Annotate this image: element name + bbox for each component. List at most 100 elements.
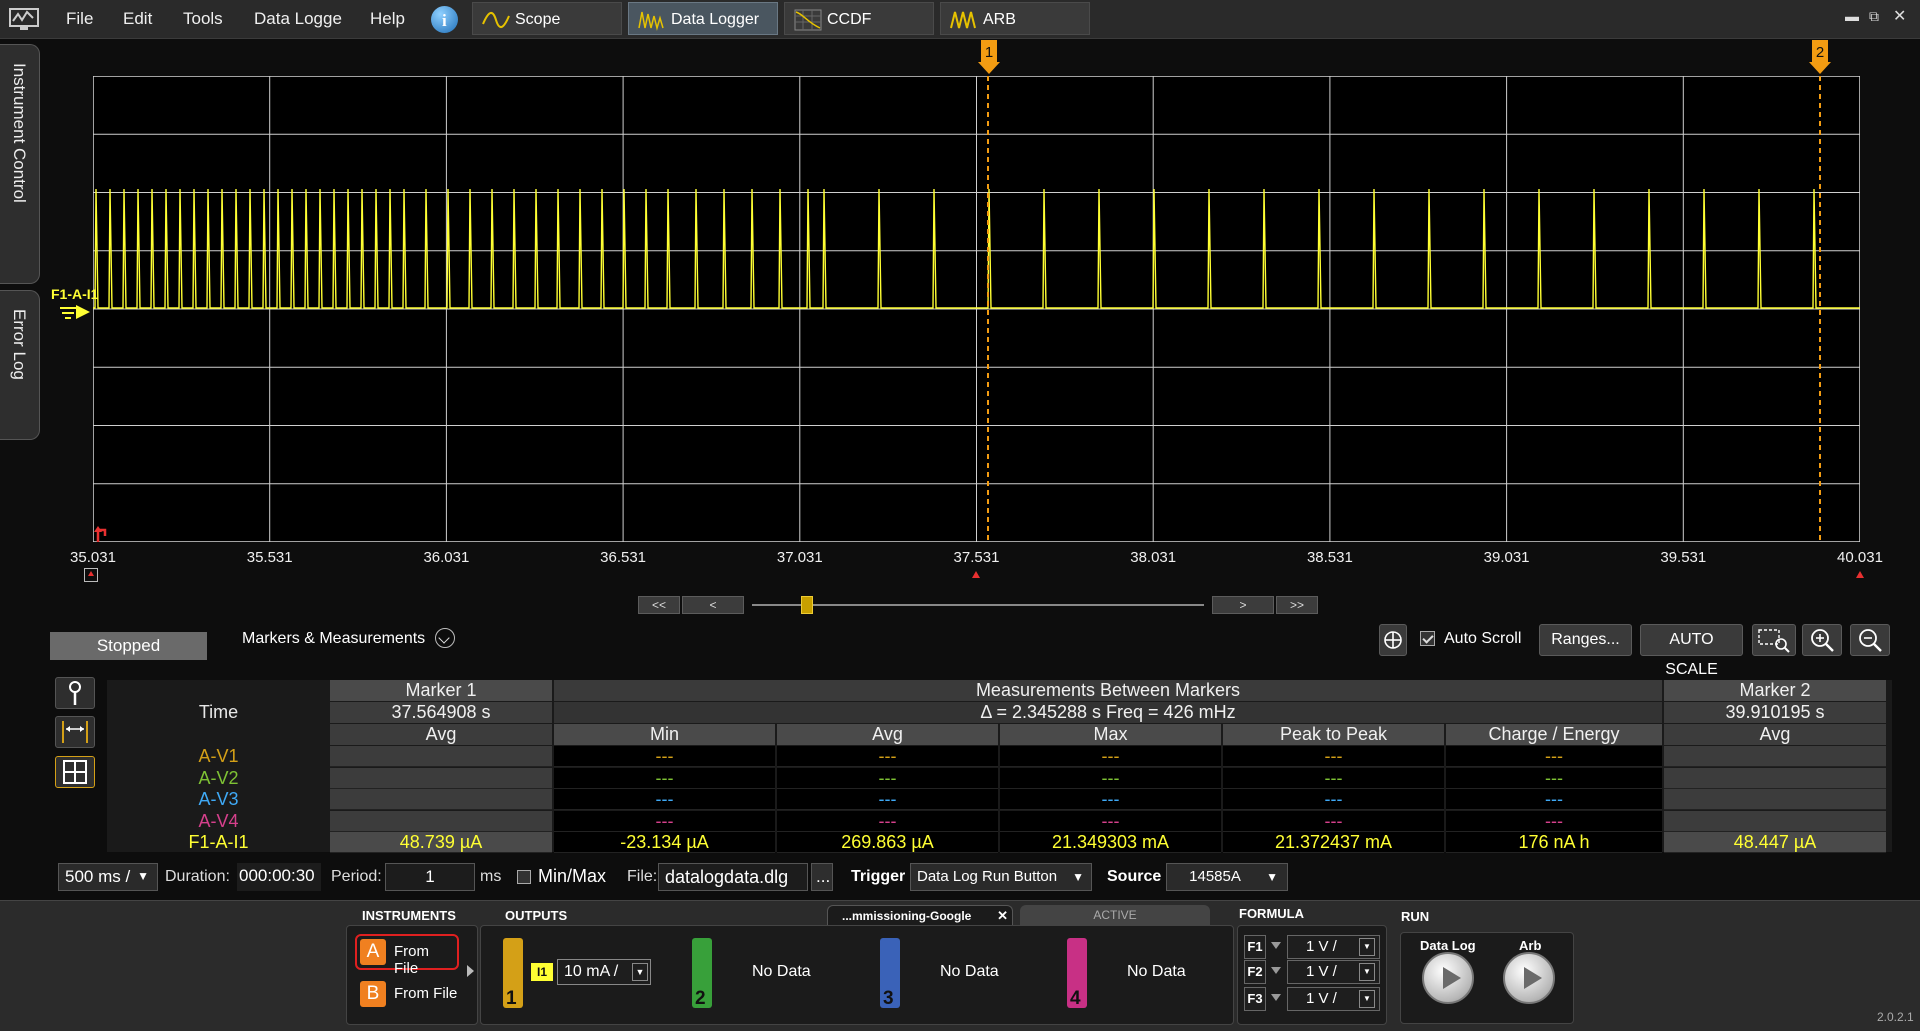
- app-logo-icon: [9, 8, 39, 30]
- tab-ccdf[interactable]: CCDF: [784, 2, 934, 35]
- info-icon[interactable]: i: [431, 6, 458, 33]
- tab-scope[interactable]: Scope: [472, 2, 622, 35]
- expand-arrow-icon[interactable]: [467, 965, 474, 977]
- source-select[interactable]: 14585A ▼: [1166, 863, 1288, 891]
- auto-scroll-checkbox[interactable]: [1420, 631, 1435, 646]
- measurement-cell-p2p: 21.372437 mA: [1223, 832, 1444, 853]
- measurement-cell-avg: ---: [777, 746, 998, 767]
- measurement-cell-avg: ---: [777, 789, 998, 810]
- scroll-last-button[interactable]: >>: [1276, 596, 1318, 614]
- session-tab[interactable]: ...mmissioning-Google ✕: [827, 905, 1013, 925]
- markers-measurements-label[interactable]: Markers & Measurements: [242, 630, 425, 648]
- probe-settings-button[interactable]: [55, 677, 95, 709]
- between-markers-header: Measurements Between Markers: [554, 680, 1662, 701]
- ground-reference-icon[interactable]: [56, 302, 92, 324]
- run-datalog-button[interactable]: [1422, 952, 1474, 1004]
- file-input[interactable]: datalogdata.dlg: [658, 863, 808, 891]
- formula-f3-arrow-icon[interactable]: [1271, 994, 1281, 1001]
- measurement-cell-min: ---: [554, 767, 775, 789]
- trigger-select[interactable]: Data Log Run Button ▼: [910, 863, 1092, 891]
- measurement-cell-m2: [1664, 746, 1886, 767]
- tab-data-logger[interactable]: Data Logger: [628, 2, 778, 35]
- active-tab[interactable]: ACTIVE: [1020, 905, 1210, 925]
- output-channel-1[interactable]: 1: [503, 938, 523, 1009]
- menu-data-logger[interactable]: Data Logge: [254, 9, 342, 29]
- formula-f3-select[interactable]: 1 V / ▼: [1287, 987, 1380, 1011]
- channel-1-range-select[interactable]: 10 mA / ▼: [557, 959, 651, 985]
- scroll-prev-button[interactable]: <: [682, 596, 744, 614]
- scroll-thumb[interactable]: [801, 596, 813, 614]
- measurement-cell-m2: [1664, 767, 1886, 789]
- menu-file[interactable]: File: [66, 9, 93, 29]
- menu-edit[interactable]: Edit: [123, 9, 152, 29]
- minmax-checkbox[interactable]: [517, 870, 531, 884]
- side-tab-instrument-control[interactable]: Instrument Control: [0, 44, 40, 284]
- add-marker-button[interactable]: [1379, 624, 1407, 656]
- trigger-label: Trigger: [851, 868, 906, 885]
- x-tick-label: 37.531: [953, 549, 1000, 566]
- x-tick-label: 40.031: [1837, 549, 1883, 566]
- menu-help[interactable]: Help: [370, 9, 405, 29]
- duration-input[interactable]: 000:00:30: [237, 863, 321, 891]
- tab-arb[interactable]: ARB: [940, 2, 1090, 35]
- measurement-cell-max: 21.349303 mA: [1000, 832, 1221, 853]
- formula-f2-select[interactable]: 1 V / ▼: [1287, 960, 1380, 984]
- scroll-first-button[interactable]: <<: [638, 596, 680, 614]
- ranges-button[interactable]: Ranges...: [1539, 624, 1632, 656]
- marker-1-flag[interactable]: 1: [978, 40, 1000, 74]
- measurement-cell-max: ---: [1000, 746, 1221, 767]
- x-tick-label: 35.031: [70, 549, 116, 566]
- file-browse-button[interactable]: ...: [811, 863, 833, 891]
- col-peak-to-peak: Peak to Peak: [1223, 724, 1444, 745]
- col-avg: Avg: [777, 724, 998, 745]
- trigger-marker-icon[interactable]: [93, 524, 111, 544]
- output-channel-3[interactable]: 3: [880, 938, 900, 1009]
- auto-scale-button[interactable]: AUTO SCALE: [1640, 624, 1743, 678]
- measurement-cell-p2p: ---: [1223, 746, 1444, 767]
- row-label: F1-A-I1: [188, 832, 249, 852]
- zoom-out-icon: [1859, 629, 1882, 652]
- play-icon: [1524, 967, 1542, 989]
- instruments-label: INSTRUMENTS: [362, 908, 456, 923]
- x-tick-label: 39.531: [1660, 549, 1707, 566]
- timebase-select[interactable]: 500 ms / ▼: [58, 863, 158, 891]
- chevron-down-icon[interactable]: [435, 628, 455, 648]
- formula-f1-select[interactable]: 1 V / ▼: [1287, 935, 1380, 959]
- instrument-b-row[interactable]: B From File: [355, 976, 459, 1012]
- marker-2-axis-pointer: [1856, 571, 1864, 578]
- output-channel-4[interactable]: 4: [1067, 938, 1087, 1009]
- side-tab-instrument-control-label: Instrument Control: [10, 63, 29, 203]
- marker-measure-button[interactable]: [55, 716, 95, 748]
- zoom-in-button[interactable]: [1802, 624, 1842, 656]
- close-button[interactable]: ✕: [1893, 6, 1906, 26]
- waveform-plot[interactable]: [93, 76, 1860, 542]
- formula-label: FORMULA: [1239, 906, 1304, 921]
- marker-2-header: Marker 2: [1664, 680, 1886, 701]
- grid-layout-button[interactable]: [55, 756, 95, 788]
- side-tab-error-log[interactable]: Error Log: [0, 290, 40, 440]
- marker-2-flag[interactable]: 2: [1809, 40, 1831, 74]
- outputs-label: OUTPUTS: [505, 908, 568, 923]
- output-channel-2[interactable]: 2: [692, 938, 712, 1009]
- zoom-area-button[interactable]: [1752, 624, 1796, 656]
- minimize-button[interactable]: ▬: [1845, 8, 1859, 24]
- x-tick-label: 37.031: [776, 549, 823, 566]
- close-session-icon[interactable]: ✕: [997, 906, 1008, 926]
- scroll-next-button[interactable]: >: [1212, 596, 1274, 614]
- run-arb-button[interactable]: [1503, 952, 1555, 1004]
- measurement-cell-min: ---: [554, 746, 775, 767]
- zoom-out-button[interactable]: [1850, 624, 1890, 656]
- channel-2-status: No Data: [752, 963, 811, 980]
- top-bar: File Edit Tools Data Logge Help i Scope …: [0, 0, 1920, 39]
- marker-measure-icon: [62, 721, 88, 743]
- menu-tools[interactable]: Tools: [183, 9, 223, 29]
- period-input[interactable]: 1: [385, 863, 475, 891]
- channel-3-status: No Data: [940, 963, 999, 980]
- instrument-a-row[interactable]: A From File: [355, 934, 459, 977]
- left-limit-marker[interactable]: [84, 568, 98, 582]
- scroll-track[interactable]: [752, 604, 1204, 606]
- formula-f1-arrow-icon[interactable]: [1271, 942, 1281, 949]
- restore-button[interactable]: ⧉: [1869, 8, 1879, 25]
- col-max: Max: [1000, 724, 1221, 745]
- formula-f2-arrow-icon[interactable]: [1271, 967, 1281, 974]
